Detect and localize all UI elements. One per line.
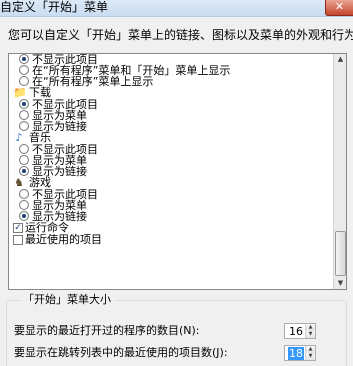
radio-button[interactable] [19, 76, 29, 86]
window-title: 自定义「开始」菜单 [0, 0, 109, 14]
radio-button[interactable] [19, 121, 29, 131]
radio-button[interactable] [19, 99, 29, 109]
radio-button[interactable] [19, 110, 29, 120]
games-icon: ♞ [14, 176, 24, 189]
decrement-arrow-icon[interactable]: ▼ [306, 353, 315, 360]
radio-button[interactable] [19, 200, 29, 210]
radio-button[interactable] [19, 211, 29, 221]
radio-option[interactable]: 显示为链接 [9, 166, 334, 177]
checkbox[interactable] [13, 235, 23, 245]
recent-programs-label: 要显示的最近打开过的程序的数目(N): [14, 324, 200, 337]
scroll-up-arrow-icon[interactable]: ▲ [335, 54, 346, 65]
checkbox-label: 最近使用的项目 [25, 233, 102, 246]
stepper-buttons[interactable]: ▲ ▼ [305, 324, 315, 338]
stepper-buttons[interactable]: ▲ ▼ [305, 346, 315, 360]
title-bar: 自定义「开始」菜单 ✕ [0, 0, 353, 17]
download-folder-icon: 📁 [13, 86, 27, 99]
radio-option[interactable]: 在“所有程序”菜单上显示 [9, 76, 334, 87]
recent-programs-stepper[interactable]: 16 ▲ ▼ [284, 323, 316, 339]
jump-list-items-value[interactable]: 18 [288, 347, 304, 360]
close-button[interactable]: ✕ [325, 0, 353, 16]
increment-arrow-icon[interactable]: ▲ [306, 324, 315, 331]
checkbox-recent-items[interactable]: 最近使用的项目 [9, 234, 334, 246]
options-listbox[interactable]: 不显示此项目 在“所有程序”菜单和「开始」菜单上显示 在“所有程序”菜单上显示 … [8, 53, 347, 290]
intro-text: 您可以自定义「开始」菜单上的链接、图标以及菜单的外观和行为。 [8, 28, 353, 42]
radio-button[interactable] [19, 189, 29, 199]
radio-button[interactable] [19, 54, 29, 64]
radio-option[interactable]: 显示为链接 [9, 121, 334, 132]
radio-button[interactable] [19, 65, 29, 75]
decrement-arrow-icon[interactable]: ▼ [306, 331, 315, 338]
scroll-down-arrow-icon[interactable]: ▼ [335, 278, 346, 289]
radio-button[interactable] [19, 166, 29, 176]
options-list: 不显示此项目 在“所有程序”菜单和「开始」菜单上显示 在“所有程序”菜单上显示 … [9, 54, 334, 246]
music-note-icon: ♪ [15, 131, 23, 144]
scrollbar-thumb[interactable] [335, 231, 346, 276]
checkbox[interactable]: ✓ [13, 223, 23, 233]
increment-arrow-icon[interactable]: ▲ [306, 346, 315, 353]
recent-programs-value[interactable]: 16 [288, 325, 304, 338]
jump-list-items-stepper[interactable]: 18 ▲ ▼ [284, 345, 316, 361]
group-title: 「开始」菜单大小 [20, 294, 114, 306]
vertical-scrollbar[interactable]: ▲ ▼ [333, 54, 346, 289]
radio-button[interactable] [19, 144, 29, 154]
jump-list-items-label: 要显示在跳转列表中的最近使用的项目数(J): [14, 346, 228, 359]
radio-button[interactable] [19, 155, 29, 165]
